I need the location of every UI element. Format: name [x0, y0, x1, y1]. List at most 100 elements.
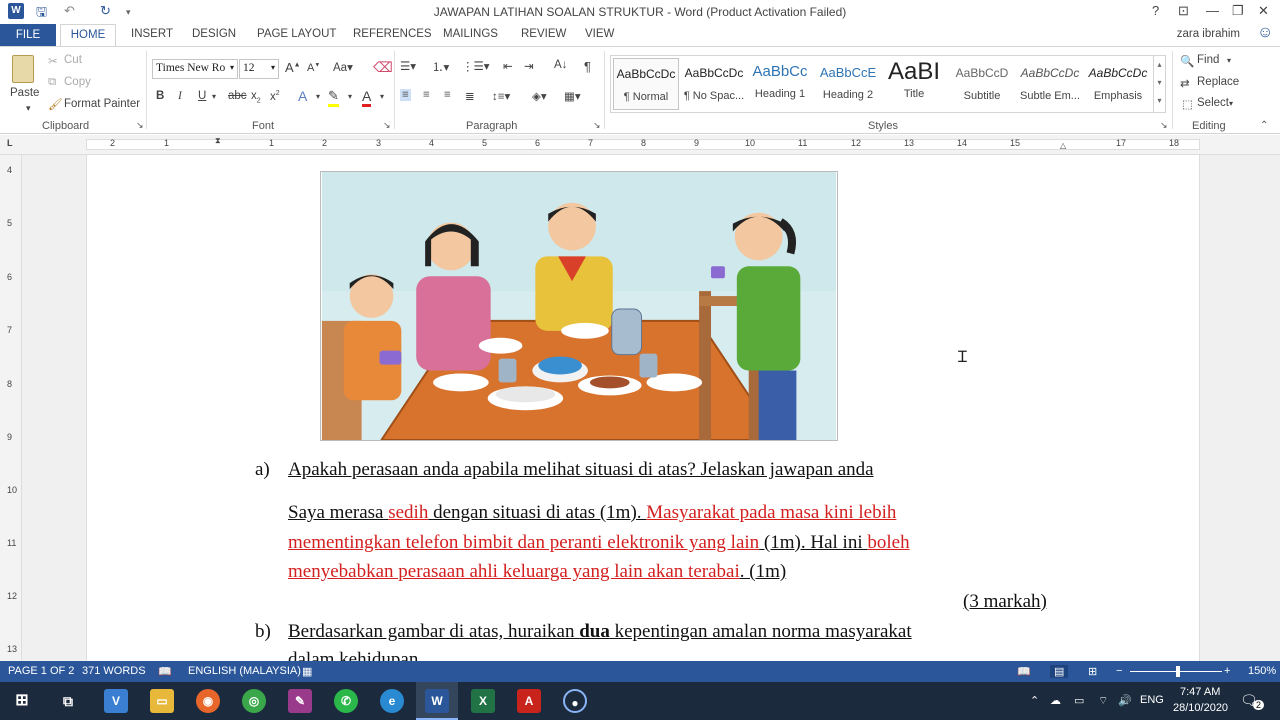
zoom-out-button[interactable]: − [1116, 665, 1122, 677]
battery-icon[interactable]: ▭ [1074, 694, 1084, 707]
text-effects-dropdown-icon[interactable]: ▾ [316, 92, 320, 101]
subscript-icon[interactable]: x2 [251, 90, 261, 104]
right-indent-marker-icon[interactable]: △ [1060, 141, 1066, 150]
strikethrough-icon[interactable]: abc [228, 90, 247, 102]
read-mode-icon[interactable]: 📖 [1017, 665, 1031, 678]
tab-home[interactable]: HOME [60, 24, 116, 47]
copy-button[interactable]: Copy [64, 76, 91, 88]
question-a-text[interactable]: Apakah perasaan anda apabila melihat sit… [288, 459, 874, 481]
answer-line-2[interactable]: mementingkan telefon bimbit dan peranti … [288, 532, 910, 554]
vscode-icon[interactable]: V [104, 689, 128, 713]
bullets-icon[interactable]: ☰▾ [400, 59, 416, 73]
paragraph-launcher-icon[interactable]: ↘ [593, 120, 601, 131]
style-subtitle[interactable]: AaBbCcD Subtitle [949, 58, 1015, 110]
style-heading-1[interactable]: AaBbCc Heading 1 [747, 58, 813, 110]
font-color-icon[interactable]: A [362, 88, 372, 107]
ribbon-display-options-button[interactable]: ⊡ [1178, 3, 1189, 19]
input-language[interactable]: ENG [1140, 694, 1164, 706]
account-avatar-icon[interactable]: ☺ [1257, 24, 1273, 42]
change-case-icon[interactable]: Aa▾ [333, 60, 353, 74]
help-button[interactable]: ? [1152, 3, 1159, 18]
zoom-in-button[interactable]: + [1224, 665, 1230, 677]
word-count[interactable]: 371 WORDS [82, 665, 146, 677]
print-layout-icon[interactable]: ▤ [1050, 665, 1069, 678]
file-explorer-icon[interactable]: ▭ [150, 689, 174, 713]
font-size-dropdown-icon[interactable]: ▾ [271, 63, 275, 72]
underline-dropdown-icon[interactable]: ▾ [212, 92, 216, 101]
tab-file[interactable]: FILE [0, 24, 56, 46]
format-painter-button[interactable]: Format Painter [64, 98, 140, 110]
multilevel-list-icon[interactable]: ⋮☰▾ [462, 59, 490, 73]
shading-icon[interactable]: ◈▾ [532, 89, 547, 103]
restore-button[interactable]: ❐ [1232, 3, 1244, 19]
show-hidden-icons[interactable]: ⌃ [1030, 694, 1039, 707]
select-dropdown-icon[interactable]: ▾ [1229, 99, 1233, 108]
answer-line-3[interactable]: menyebabkan perasaan ahli keluarga yang … [288, 561, 786, 583]
whatsapp-icon[interactable]: ✆ [334, 689, 358, 713]
styles-scroll[interactable]: ▴ ▾ ▾ [1153, 56, 1165, 112]
tab-page-layout[interactable]: PAGE LAYOUT [257, 28, 336, 40]
font-color-dropdown-icon[interactable]: ▾ [380, 92, 384, 101]
zoom-slider-thumb[interactable] [1176, 666, 1180, 677]
tab-references[interactable]: REFERENCES [353, 28, 432, 40]
close-button[interactable]: ✕ [1258, 3, 1269, 19]
proofing-icon[interactable]: 📖 [158, 665, 172, 678]
borders-icon[interactable]: ▦▾ [564, 89, 581, 103]
volume-icon[interactable]: 🔊 [1118, 694, 1132, 707]
italic-icon[interactable]: I [178, 90, 182, 102]
clock-date[interactable]: 28/10/2020 [1173, 702, 1228, 714]
tab-mailings[interactable]: MAILINGS [443, 28, 498, 40]
excel-icon[interactable]: X [471, 689, 495, 713]
align-left-icon[interactable]: ≡ [400, 89, 411, 101]
indent-marker-icon[interactable]: ⧗ [215, 136, 221, 146]
decrease-indent-icon[interactable]: ⇤ [503, 59, 513, 73]
style-subtle-emphasis[interactable]: AaBbCcDc Subtle Em... [1017, 58, 1083, 110]
clipboard-launcher-icon[interactable]: ↘ [136, 120, 144, 131]
font-name-dropdown-icon[interactable]: ▾ [230, 63, 234, 72]
increase-indent-icon[interactable]: ⇥ [524, 59, 534, 73]
style-emphasis[interactable]: AaBbCcDc Emphasis [1085, 58, 1151, 110]
tab-review[interactable]: REVIEW [521, 28, 566, 40]
tab-selector-icon[interactable]: L [7, 138, 13, 148]
line-spacing-icon[interactable]: ↕≡▾ [492, 89, 510, 103]
paint-icon[interactable]: ✎ [288, 689, 312, 713]
answer-line-1[interactable]: Saya merasa sedih dengan situasi di atas… [288, 502, 896, 524]
clock-time[interactable]: 7:47 AM [1180, 686, 1220, 698]
highlight-icon[interactable]: ✎ [328, 88, 339, 107]
select-button[interactable]: Select [1197, 97, 1229, 109]
text-effects-icon[interactable]: A [298, 88, 307, 104]
onedrive-icon[interactable]: ☁ [1050, 694, 1061, 707]
numbering-icon[interactable]: ⒈▾ [432, 59, 449, 75]
superscript-icon[interactable]: x2 [270, 90, 280, 103]
minimize-button[interactable]: — [1206, 3, 1219, 18]
macro-icon[interactable]: ▦ [302, 665, 312, 678]
align-right-icon[interactable]: ≡ [444, 89, 451, 101]
firefox-icon[interactable]: ◉ [196, 689, 220, 713]
acrobat-icon[interactable]: A [517, 689, 541, 713]
collapse-ribbon-icon[interactable]: ⌃ [1260, 120, 1268, 131]
paste-dropdown-icon[interactable]: ▾ [26, 103, 31, 114]
clear-formatting-icon[interactable]: ⌫ [373, 59, 393, 76]
tab-design[interactable]: DESIGN [192, 28, 236, 40]
font-name-box[interactable]: Times New Ro ▾ [152, 59, 238, 79]
tab-insert[interactable]: INSERT [131, 28, 173, 40]
family-dining-illustration[interactable] [320, 171, 838, 441]
question-b-text[interactable]: Berdasarkan gambar di atas, huraikan dua… [288, 621, 912, 643]
style-title[interactable]: AaBI Title [881, 58, 947, 110]
document-page[interactable]: a) Apakah perasaan anda apabila melihat … [86, 155, 1200, 661]
user-account[interactable]: zara ibrahim [1177, 28, 1240, 40]
font-launcher-icon[interactable]: ↘ [383, 120, 391, 131]
task-view-icon[interactable]: ⧉ [56, 689, 80, 713]
sort-icon[interactable]: A↓ [554, 59, 567, 71]
cut-button[interactable]: Cut [64, 54, 82, 66]
replace-button[interactable]: Replace [1197, 76, 1239, 88]
wifi-icon[interactable]: ⌔ [1098, 694, 1108, 708]
justify-icon[interactable]: ≣ [465, 89, 475, 103]
style-heading-2[interactable]: AaBbCcE Heading 2 [815, 58, 881, 110]
page-count[interactable]: PAGE 1 OF 2 [8, 665, 74, 677]
edge-icon[interactable]: e [380, 689, 404, 713]
windows-start-icon[interactable]: ⊞ [10, 689, 34, 713]
language-indicator[interactable]: ENGLISH (MALAYSIA) [188, 665, 301, 677]
font-size-box[interactable]: 12 ▾ [239, 59, 279, 79]
paste-button[interactable]: Paste [10, 87, 39, 99]
